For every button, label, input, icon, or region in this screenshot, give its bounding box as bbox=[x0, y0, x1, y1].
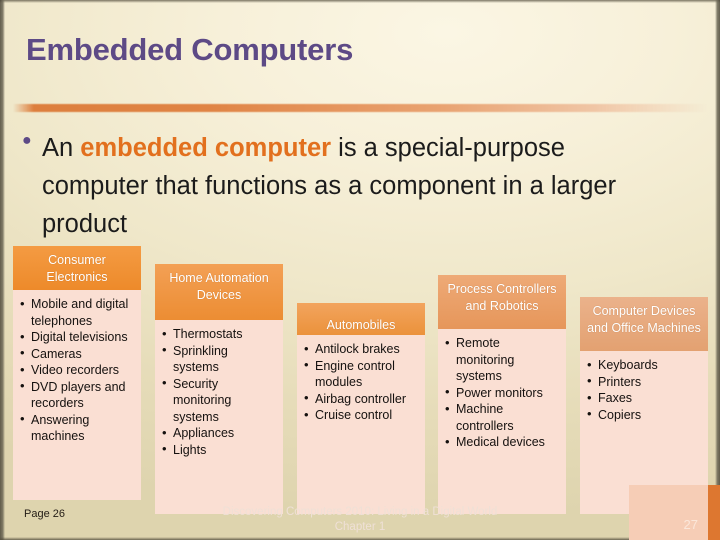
list-item: Lights bbox=[161, 441, 277, 459]
list-item: Cruise control bbox=[303, 407, 419, 424]
category-list-computer-devices-office-machines: Keyboards Printers Faxes Copiers bbox=[586, 357, 702, 423]
slide-edge-left bbox=[0, 0, 5, 540]
intro-bullet-text: An embedded computer is a special-purpos… bbox=[42, 129, 662, 243]
title-accent-bar bbox=[13, 104, 707, 112]
list-item: Medical devices bbox=[444, 434, 560, 451]
list-item: Power monitors bbox=[444, 384, 560, 402]
category-header-automobiles: Automobiles bbox=[297, 303, 425, 335]
page-label-left: Page 26 bbox=[24, 508, 65, 520]
list-item: Mobile and digital telephones bbox=[19, 296, 135, 329]
list-item: Security monitoring systems bbox=[161, 375, 277, 426]
list-item: Keyboards bbox=[586, 357, 702, 374]
list-item: Copiers bbox=[586, 406, 702, 424]
category-list-home-automation-devices: Thermostats Sprinkling systems Security … bbox=[161, 326, 277, 458]
list-item: Sprinkling systems bbox=[161, 342, 277, 376]
list-item: Machine controllers bbox=[444, 401, 560, 434]
category-body-automobiles: Antilock brakes Engine control modules A… bbox=[297, 335, 425, 514]
category-header-home-automation-devices: Home Automation Devices bbox=[155, 264, 283, 320]
corner-stripe bbox=[708, 485, 720, 540]
category-header-consumer-electronics: Consumer Electronics bbox=[13, 246, 141, 290]
list-item: Video recorders bbox=[19, 362, 135, 379]
category-body-consumer-electronics: Mobile and digital telephones Digital te… bbox=[13, 290, 141, 500]
category-header-process-controllers-robotics: Process Controllers and Robotics bbox=[438, 275, 566, 329]
list-item: Answering machines bbox=[19, 411, 135, 445]
intro-bullet-lead: An bbox=[42, 134, 81, 162]
slide: Embedded Computers ● An embedded compute… bbox=[0, 0, 720, 540]
slide-edge-right bbox=[715, 0, 720, 540]
list-item: Airbag controller bbox=[303, 390, 419, 408]
intro-bullet: ● An embedded computer is a special-purp… bbox=[22, 129, 662, 243]
bullet-dot-icon: ● bbox=[22, 132, 32, 149]
footer-citation-line2: Chapter 1 bbox=[334, 521, 386, 533]
category-list-process-controllers-robotics: Remote monitoring systems Power monitors… bbox=[444, 335, 560, 451]
category-body-home-automation-devices: Thermostats Sprinkling systems Security … bbox=[155, 320, 283, 514]
list-item: Remote monitoring systems bbox=[444, 335, 560, 385]
page-number-right: 27 bbox=[683, 517, 698, 532]
category-list-consumer-electronics: Mobile and digital telephones Digital te… bbox=[19, 296, 135, 445]
category-column-process-controllers-robotics: Process Controllers and Robotics Remote … bbox=[438, 275, 566, 514]
list-item: Antilock brakes bbox=[303, 341, 419, 358]
category-list-automobiles: Antilock brakes Engine control modules A… bbox=[303, 341, 419, 424]
list-item: Faxes bbox=[586, 390, 702, 407]
list-item: Digital televisions bbox=[19, 329, 135, 346]
list-item: DVD players and recorders bbox=[19, 378, 135, 412]
intro-bullet-highlight: embedded computer bbox=[80, 134, 332, 162]
list-item: Appliances bbox=[161, 425, 277, 442]
slide-title: Embedded Computers bbox=[26, 32, 354, 67]
category-column-home-automation-devices: Home Automation Devices Thermostats Spri… bbox=[155, 264, 283, 514]
category-column-computer-devices-office-machines: Computer Devices and Office Machines Key… bbox=[580, 297, 708, 514]
list-item: Cameras bbox=[19, 345, 135, 363]
category-column-consumer-electronics: Consumer Electronics Mobile and digital … bbox=[13, 246, 141, 500]
list-item: Engine control modules bbox=[303, 357, 419, 391]
category-column-automobiles: Automobiles Antilock brakes Engine contr… bbox=[297, 303, 425, 514]
list-item: Printers bbox=[586, 373, 702, 391]
category-header-computer-devices-office-machines: Computer Devices and Office Machines bbox=[580, 297, 708, 351]
list-item: Thermostats bbox=[161, 326, 277, 343]
category-body-process-controllers-robotics: Remote monitoring systems Power monitors… bbox=[438, 329, 566, 514]
slide-edge-top bbox=[0, 0, 720, 3]
